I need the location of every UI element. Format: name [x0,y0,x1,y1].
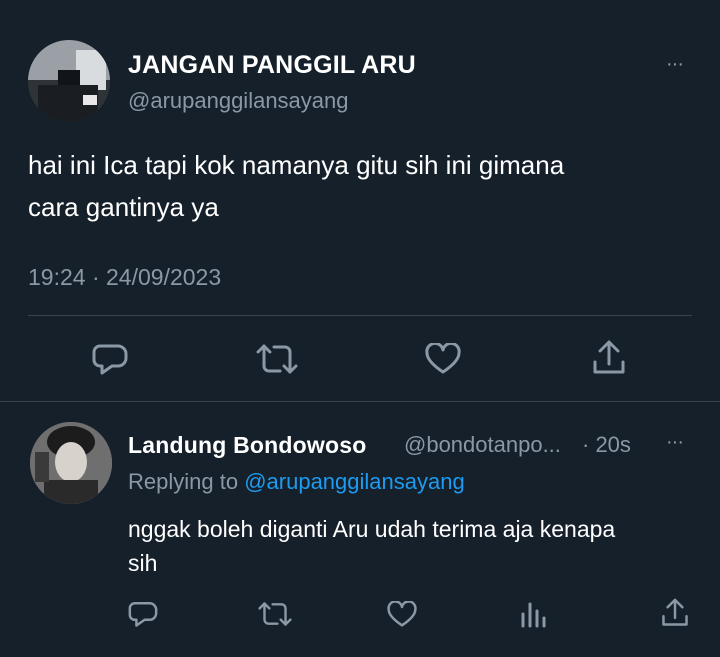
more-options-button[interactable]: ··· [666,428,684,456]
replying-to-label: Replying to [128,469,239,494]
display-name[interactable]: JANGAN PANGGIL ARU [128,50,416,80]
main-tweet: JANGAN PANGGIL ARU @arupanggilansayang ·… [0,0,720,400]
like-icon[interactable] [387,601,417,628]
handle[interactable]: @arupanggilansayang [128,87,349,115]
replying-to: Replying to @arupanggilansayang [128,468,465,496]
share-icon[interactable] [661,598,689,628]
retweet-icon[interactable] [256,342,298,376]
timestamp[interactable]: 19:24 · 24/09/2023 [28,262,221,292]
avatar[interactable] [28,40,110,122]
reply-text-line-2: sih [128,550,158,576]
tweet-text-line-2: cara gantinya ya [28,192,219,222]
avatar[interactable] [30,422,112,504]
reply-icon[interactable] [128,600,158,628]
retweet-icon[interactable] [258,600,292,628]
reply-tweet[interactable]: Landung Bondowoso @bondotanpo... · 20s ·… [0,402,720,657]
display-name[interactable]: Landung Bondowoso [128,431,366,459]
post-time[interactable]: · 20s [582,431,631,459]
more-options-button[interactable]: ··· [666,50,684,78]
reply-text-line-1: nggak boleh diganti Aru udah terima aja … [128,516,616,542]
like-icon[interactable] [425,343,461,375]
reply-icon[interactable] [92,342,128,376]
views-icon[interactable] [519,600,547,628]
handle[interactable]: @bondotanpo... [404,431,561,459]
tweet-text-line-1: hai ini Ica tapi kok namanya gitu sih in… [28,150,565,180]
share-icon[interactable] [592,340,626,376]
divider [28,315,692,316]
replying-to-handle-link[interactable]: @arupanggilansayang [244,469,465,494]
